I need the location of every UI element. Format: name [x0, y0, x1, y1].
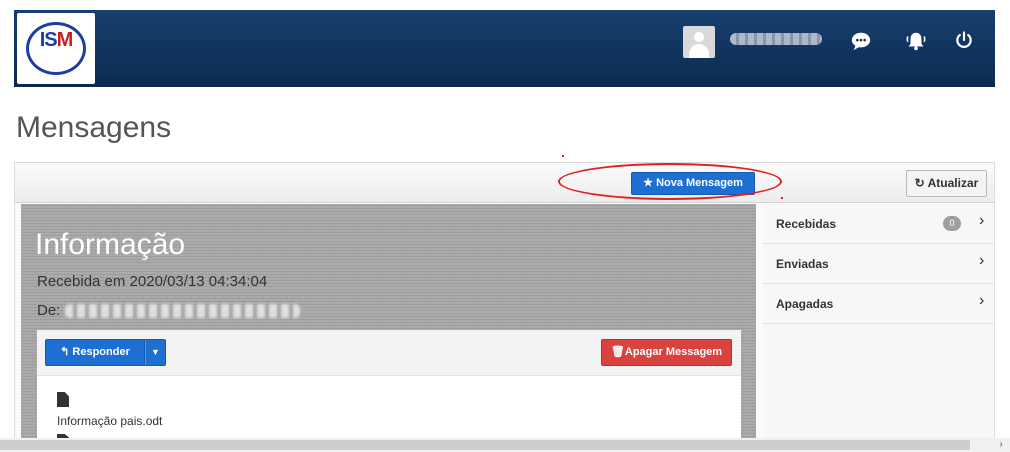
user-avatar[interactable] [683, 26, 715, 58]
message-received-date: Recebida em 2020/03/13 04:34:04 [37, 273, 268, 290]
message-sender-redacted [65, 304, 300, 318]
folder-label: Enviadas [776, 257, 829, 271]
scrollbar-thumb[interactable] [0, 440, 970, 450]
message-view: Informação Recebida em 2020/03/13 04:34:… [21, 204, 756, 440]
message-title: Informação [35, 228, 186, 261]
annotation-circle [558, 163, 782, 200]
refresh-button[interactable]: ↻ Atualizar [906, 170, 987, 197]
messages-panel: ★ Nova Mensagem ↻ Atualizar Informação R… [14, 155, 995, 440]
folder-list: Recebidas 0 › Enviadas › Apagadas › [763, 204, 994, 440]
horizontal-scrollbar[interactable]: › [0, 438, 1010, 452]
toolbar: ★ Nova Mensagem ↻ Atualizar [15, 155, 994, 203]
annotation-dot [781, 197, 783, 199]
chat-icon[interactable] [848, 30, 874, 56]
logo[interactable]: ISM [17, 13, 95, 84]
folder-enviadas[interactable]: Enviadas › [763, 244, 994, 284]
bell-icon[interactable] [903, 30, 929, 56]
delete-message-button[interactable]: 🗑Apagar Messagem [601, 339, 732, 366]
reply-icon: ↰ [60, 346, 70, 358]
reply-dropdown-button[interactable]: ▼ [145, 339, 166, 366]
message-body: ↰ Responder ▼ 🗑Apagar Messagem Informaçã… [37, 330, 741, 440]
chevron-right-icon: › [979, 292, 985, 309]
folder-recebidas[interactable]: Recebidas 0 › [763, 204, 994, 244]
refresh-icon: ↻ [914, 176, 925, 190]
page-title: Mensagens [16, 111, 172, 144]
unread-count-badge: 0 [943, 216, 961, 231]
chevron-right-icon: › [979, 252, 985, 269]
power-icon[interactable] [951, 30, 977, 56]
message-from-label: De: [37, 302, 61, 319]
trash-icon: 🗑 [610, 346, 625, 358]
reply-button[interactable]: ↰ Responder [45, 339, 145, 366]
username-redacted[interactable] [730, 33, 822, 45]
file-icon[interactable] [57, 392, 69, 407]
folder-label: Apagadas [776, 297, 834, 311]
logo-text: ISM [39, 29, 74, 51]
folder-label: Recebidas [776, 217, 837, 231]
top-navbar: ISM [14, 10, 995, 87]
annotation-dot [562, 155, 564, 157]
folder-apagadas[interactable]: Apagadas › [763, 284, 994, 324]
scroll-right-arrow-icon[interactable]: › [994, 438, 1008, 452]
message-actions-bar: ↰ Responder ▼ 🗑Apagar Messagem [37, 330, 741, 376]
chevron-right-icon: › [979, 212, 985, 229]
attachment-name[interactable]: Informação pais.odt [57, 414, 162, 428]
caret-down-icon: ▼ [151, 347, 160, 357]
